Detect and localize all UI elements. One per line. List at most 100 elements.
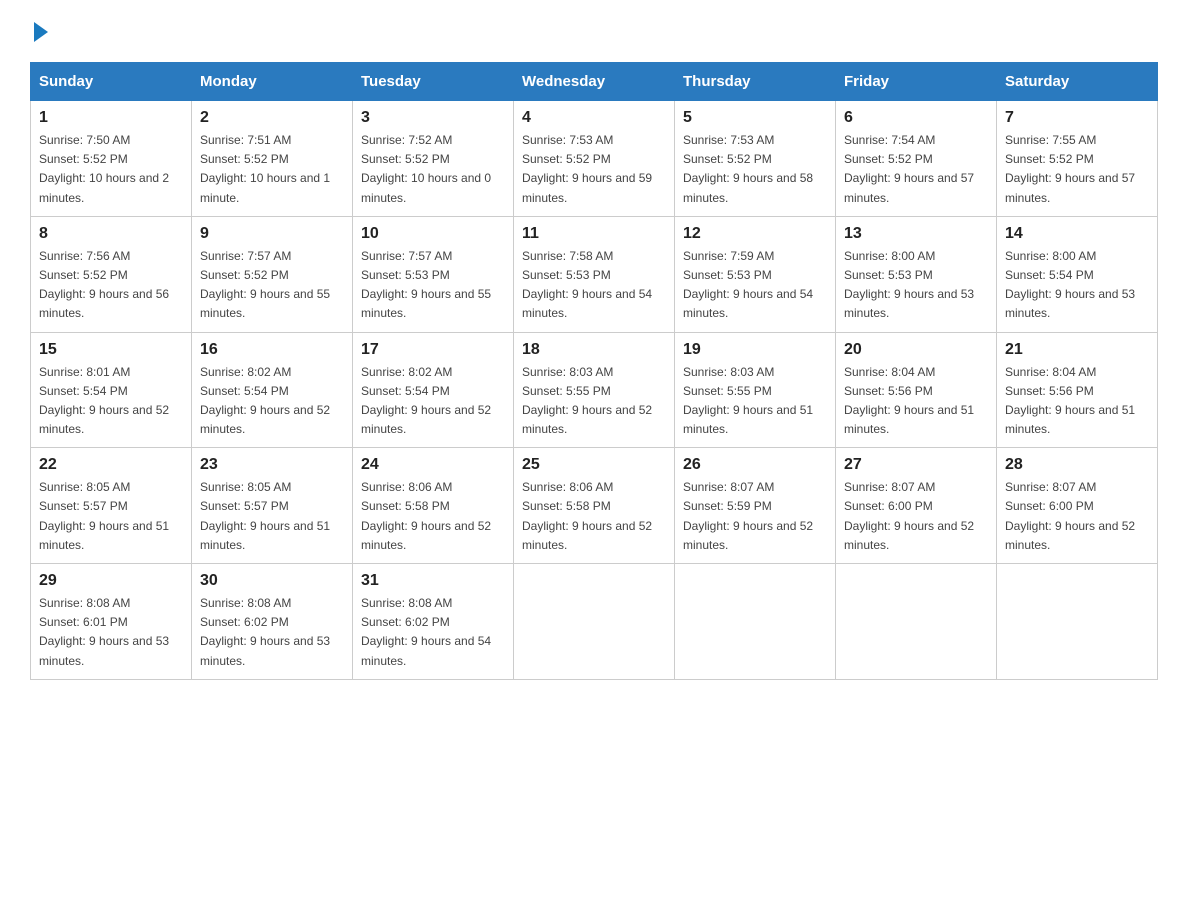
calendar-cell: 17 Sunrise: 8:02 AMSunset: 5:54 PMDayligh… bbox=[353, 332, 514, 448]
weekday-header-monday: Monday bbox=[192, 63, 353, 101]
day-info: Sunrise: 8:02 AMSunset: 5:54 PMDaylight:… bbox=[200, 363, 344, 440]
day-number: 25 bbox=[522, 456, 666, 474]
calendar-cell bbox=[836, 564, 997, 680]
day-info: Sunrise: 8:04 AMSunset: 5:56 PMDaylight:… bbox=[1005, 363, 1149, 440]
calendar-cell: 3 Sunrise: 7:52 AMSunset: 5:52 PMDaylight… bbox=[353, 101, 514, 217]
day-info: Sunrise: 8:07 AMSunset: 5:59 PMDaylight:… bbox=[683, 478, 827, 555]
logo-arrow-icon bbox=[34, 22, 48, 42]
calendar-cell: 18 Sunrise: 8:03 AMSunset: 5:55 PMDayligh… bbox=[514, 332, 675, 448]
day-info: Sunrise: 7:55 AMSunset: 5:52 PMDaylight:… bbox=[1005, 131, 1149, 208]
calendar-cell: 29 Sunrise: 8:08 AMSunset: 6:01 PMDayligh… bbox=[31, 564, 192, 680]
day-info: Sunrise: 8:08 AMSunset: 6:01 PMDaylight:… bbox=[39, 594, 183, 671]
day-number: 21 bbox=[1005, 341, 1149, 359]
day-info: Sunrise: 8:04 AMSunset: 5:56 PMDaylight:… bbox=[844, 363, 988, 440]
day-number: 19 bbox=[683, 341, 827, 359]
day-info: Sunrise: 7:51 AMSunset: 5:52 PMDaylight:… bbox=[200, 131, 344, 208]
day-number: 28 bbox=[1005, 456, 1149, 474]
calendar-cell: 28Sunrise: 8:07 AMSunset: 6:00 PMDayligh… bbox=[997, 448, 1158, 564]
day-info: Sunrise: 8:08 AMSunset: 6:02 PMDaylight:… bbox=[200, 594, 344, 671]
day-info: Sunrise: 7:53 AMSunset: 5:52 PMDaylight:… bbox=[683, 131, 827, 208]
day-info: Sunrise: 8:03 AMSunset: 5:55 PMDaylight:… bbox=[522, 363, 666, 440]
day-info: Sunrise: 8:06 AMSunset: 5:58 PMDaylight:… bbox=[361, 478, 505, 555]
calendar-cell: 4 Sunrise: 7:53 AMSunset: 5:52 PMDaylight… bbox=[514, 101, 675, 217]
day-number: 31 bbox=[361, 572, 505, 590]
calendar-cell: 5 Sunrise: 7:53 AMSunset: 5:52 PMDaylight… bbox=[675, 101, 836, 217]
day-number: 23 bbox=[200, 456, 344, 474]
calendar-cell: 1 Sunrise: 7:50 AMSunset: 5:52 PMDaylight… bbox=[31, 101, 192, 217]
calendar-cell: 27 Sunrise: 8:07 AMSunset: 6:00 PMDayligh… bbox=[836, 448, 997, 564]
day-number: 29 bbox=[39, 572, 183, 590]
day-number: 2 bbox=[200, 109, 344, 127]
day-info: Sunrise: 7:52 AMSunset: 5:52 PMDaylight:… bbox=[361, 131, 505, 208]
day-number: 5 bbox=[683, 109, 827, 127]
day-number: 26 bbox=[683, 456, 827, 474]
day-info: Sunrise: 8:02 AMSunset: 5:54 PMDaylight:… bbox=[361, 363, 505, 440]
day-number: 9 bbox=[200, 225, 344, 243]
weekday-header-sunday: Sunday bbox=[31, 63, 192, 101]
calendar-cell: 20 Sunrise: 8:04 AMSunset: 5:56 PMDayligh… bbox=[836, 332, 997, 448]
calendar-cell bbox=[514, 564, 675, 680]
day-number: 7 bbox=[1005, 109, 1149, 127]
day-info: Sunrise: 8:05 AMSunset: 5:57 PMDaylight:… bbox=[200, 478, 344, 555]
calendar-cell: 14 Sunrise: 8:00 AMSunset: 5:54 PMDayligh… bbox=[997, 216, 1158, 332]
calendar-cell: 16 Sunrise: 8:02 AMSunset: 5:54 PMDayligh… bbox=[192, 332, 353, 448]
day-info: Sunrise: 7:57 AMSunset: 5:52 PMDaylight:… bbox=[200, 247, 344, 324]
day-number: 12 bbox=[683, 225, 827, 243]
calendar-cell: 15 Sunrise: 8:01 AMSunset: 5:54 PMDayligh… bbox=[31, 332, 192, 448]
weekday-header-saturday: Saturday bbox=[997, 63, 1158, 101]
calendar-cell: 19 Sunrise: 8:03 AMSunset: 5:55 PMDayligh… bbox=[675, 332, 836, 448]
day-number: 11 bbox=[522, 225, 666, 243]
calendar-cell: 2 Sunrise: 7:51 AMSunset: 5:52 PMDaylight… bbox=[192, 101, 353, 217]
calendar-cell: 30 Sunrise: 8:08 AMSunset: 6:02 PMDayligh… bbox=[192, 564, 353, 680]
day-info: Sunrise: 8:05 AMSunset: 5:57 PMDaylight:… bbox=[39, 478, 183, 555]
calendar-cell: 22Sunrise: 8:05 AMSunset: 5:57 PMDayligh… bbox=[31, 448, 192, 564]
page-header bbox=[30, 20, 1158, 42]
day-number: 14 bbox=[1005, 225, 1149, 243]
calendar-table: SundayMondayTuesdayWednesdayThursdayFrid… bbox=[30, 62, 1158, 680]
day-number: 27 bbox=[844, 456, 988, 474]
day-info: Sunrise: 8:08 AMSunset: 6:02 PMDaylight:… bbox=[361, 594, 505, 671]
calendar-cell: 31 Sunrise: 8:08 AMSunset: 6:02 PMDayligh… bbox=[353, 564, 514, 680]
day-number: 17 bbox=[361, 341, 505, 359]
day-number: 10 bbox=[361, 225, 505, 243]
day-number: 3 bbox=[361, 109, 505, 127]
day-info: Sunrise: 7:50 AMSunset: 5:52 PMDaylight:… bbox=[39, 131, 183, 208]
day-info: Sunrise: 7:58 AMSunset: 5:53 PMDaylight:… bbox=[522, 247, 666, 324]
day-info: Sunrise: 8:00 AMSunset: 5:53 PMDaylight:… bbox=[844, 247, 988, 324]
day-number: 4 bbox=[522, 109, 666, 127]
day-number: 16 bbox=[200, 341, 344, 359]
day-number: 24 bbox=[361, 456, 505, 474]
weekday-header-tuesday: Tuesday bbox=[353, 63, 514, 101]
calendar-week-row: 22Sunrise: 8:05 AMSunset: 5:57 PMDayligh… bbox=[31, 448, 1158, 564]
day-info: Sunrise: 8:03 AMSunset: 5:55 PMDaylight:… bbox=[683, 363, 827, 440]
calendar-cell: 26 Sunrise: 8:07 AMSunset: 5:59 PMDayligh… bbox=[675, 448, 836, 564]
calendar-cell: 23 Sunrise: 8:05 AMSunset: 5:57 PMDayligh… bbox=[192, 448, 353, 564]
weekday-header-thursday: Thursday bbox=[675, 63, 836, 101]
calendar-cell: 12 Sunrise: 7:59 AMSunset: 5:53 PMDayligh… bbox=[675, 216, 836, 332]
weekday-header-wednesday: Wednesday bbox=[514, 63, 675, 101]
weekday-header-friday: Friday bbox=[836, 63, 997, 101]
day-info: Sunrise: 8:00 AMSunset: 5:54 PMDaylight:… bbox=[1005, 247, 1149, 324]
day-number: 20 bbox=[844, 341, 988, 359]
day-number: 1 bbox=[39, 109, 183, 127]
day-number: 30 bbox=[200, 572, 344, 590]
calendar-cell bbox=[997, 564, 1158, 680]
day-info: Sunrise: 8:07 AMSunset: 6:00 PMDaylight:… bbox=[844, 478, 988, 555]
calendar-cell: 8Sunrise: 7:56 AMSunset: 5:52 PMDaylight… bbox=[31, 216, 192, 332]
day-number: 15 bbox=[39, 341, 183, 359]
calendar-cell: 7 Sunrise: 7:55 AMSunset: 5:52 PMDaylight… bbox=[997, 101, 1158, 217]
day-info: Sunrise: 8:01 AMSunset: 5:54 PMDaylight:… bbox=[39, 363, 183, 440]
calendar-cell: 6Sunrise: 7:54 AMSunset: 5:52 PMDaylight… bbox=[836, 101, 997, 217]
day-info: Sunrise: 7:56 AMSunset: 5:52 PMDaylight:… bbox=[39, 247, 183, 324]
day-number: 18 bbox=[522, 341, 666, 359]
calendar-cell bbox=[675, 564, 836, 680]
calendar-cell: 25Sunrise: 8:06 AMSunset: 5:58 PMDayligh… bbox=[514, 448, 675, 564]
calendar-week-row: 8Sunrise: 7:56 AMSunset: 5:52 PMDaylight… bbox=[31, 216, 1158, 332]
calendar-cell: 13Sunrise: 8:00 AMSunset: 5:53 PMDayligh… bbox=[836, 216, 997, 332]
day-info: Sunrise: 7:57 AMSunset: 5:53 PMDaylight:… bbox=[361, 247, 505, 324]
weekday-header-row: SundayMondayTuesdayWednesdayThursdayFrid… bbox=[31, 63, 1158, 101]
day-info: Sunrise: 7:53 AMSunset: 5:52 PMDaylight:… bbox=[522, 131, 666, 208]
calendar-week-row: 29 Sunrise: 8:08 AMSunset: 6:01 PMDayligh… bbox=[31, 564, 1158, 680]
day-info: Sunrise: 7:59 AMSunset: 5:53 PMDaylight:… bbox=[683, 247, 827, 324]
calendar-cell: 21 Sunrise: 8:04 AMSunset: 5:56 PMDayligh… bbox=[997, 332, 1158, 448]
